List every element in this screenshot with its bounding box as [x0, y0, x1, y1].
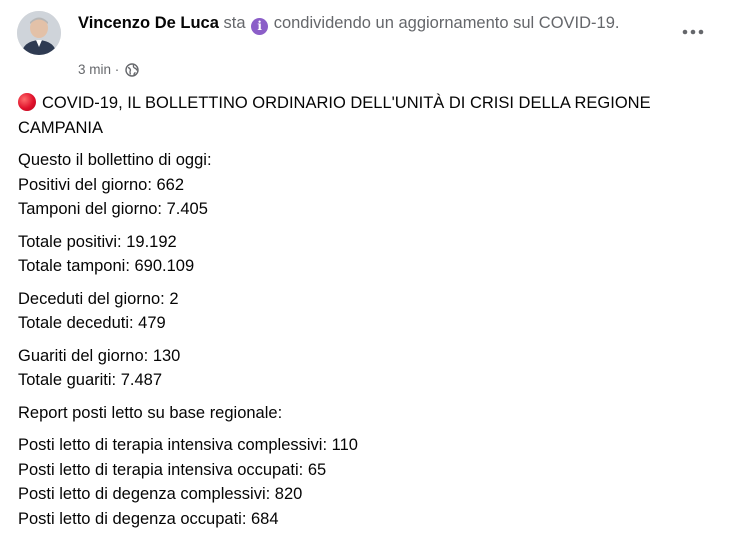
- avatar[interactable]: [17, 11, 61, 55]
- red-circle-icon: [18, 93, 36, 111]
- post-line: Questo il bollettino di oggi:: [18, 151, 212, 169]
- post-paragraph: Questo il bollettino di oggi: Positivi de…: [18, 148, 708, 222]
- post-title: COVID-19, IL BOLLETTINO ORDINARIO DELL'U…: [18, 91, 708, 140]
- post-body: COVID-19, IL BOLLETTINO ORDINARIO DELL'U…: [18, 91, 708, 539]
- post-line: Deceduti del giorno: 2: [18, 289, 179, 308]
- post-line: Totale deceduti: 479: [18, 314, 166, 332]
- activity-verb: sta: [223, 14, 246, 32]
- post-line: Totale tamponi: 690.109: [18, 257, 195, 275]
- post-meta: 3 min ·: [78, 60, 139, 83]
- post-line: Posti letto di degenza occupati: 684: [18, 509, 279, 528]
- info-icon: i: [251, 18, 269, 35]
- post-line: Posti letto di terapia intensiva occupat…: [18, 460, 327, 479]
- author-name[interactable]: Vincenzo De Luca: [78, 14, 219, 32]
- post-title-text: COVID-19, IL BOLLETTINO ORDINARIO DELL'U…: [18, 94, 651, 137]
- meta-separator: ·: [114, 62, 120, 77]
- profile-photo-icon: [17, 11, 61, 55]
- post-paragraph: Deceduti del giorno: 2 Totale deceduti: 4…: [18, 287, 708, 336]
- post-paragraph: Report posti letto su base regionale:: [18, 401, 708, 426]
- facebook-post: Vincenzo De Luca sta i condividendo un a…: [0, 0, 729, 541]
- globe-icon: [125, 63, 139, 83]
- post-line: Guariti del giorno: 130: [18, 346, 181, 365]
- post-line: Positivi del giorno: 662: [18, 175, 185, 194]
- post-header: Vincenzo De Luca sta i condividendo un a…: [78, 12, 668, 35]
- post-line: Posti letto di terapia intensiva comples…: [18, 436, 358, 454]
- post-line: Posti letto di degenza complessivi: 820: [18, 485, 303, 503]
- post-paragraph: Totale positivi: 19.192 Totale tamponi: 6…: [18, 230, 708, 279]
- post-line: Report posti letto su base regionale:: [18, 403, 283, 422]
- timestamp[interactable]: 3 min: [78, 62, 111, 77]
- post-line: Totale guariti: 7.487: [18, 371, 163, 389]
- post-paragraphs: Questo il bollettino di oggi: Positivi de…: [18, 148, 708, 531]
- more-options-icon[interactable]: [681, 24, 705, 40]
- activity-text[interactable]: condividendo un aggiornamento sul COVID-…: [274, 14, 620, 32]
- post-line: Totale positivi: 19.192: [18, 232, 177, 251]
- post-line: Tamponi del giorno: 7.405: [18, 200, 208, 218]
- post-paragraph: Guariti del giorno: 130 Totale guariti: 7…: [18, 344, 708, 393]
- post-paragraph: Posti letto di terapia intensiva comples…: [18, 433, 708, 531]
